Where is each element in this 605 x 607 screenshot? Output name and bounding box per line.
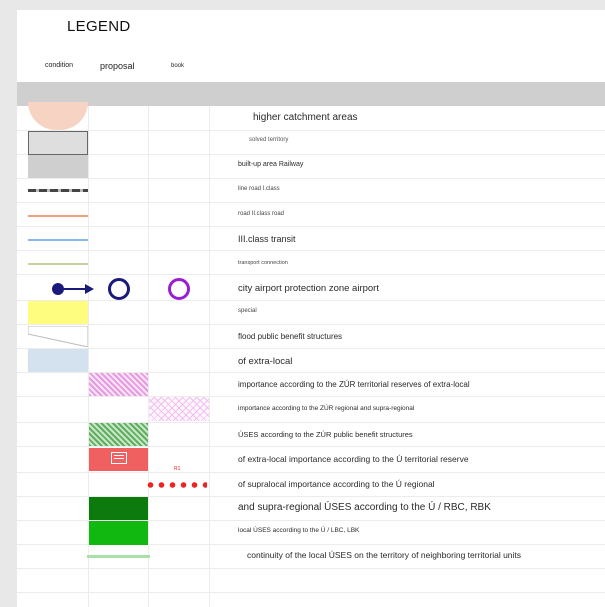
label-territorial-reserve: of extra-local importance according to t… bbox=[238, 454, 469, 464]
label-lbc-lbk: local ÚSES according to the Ú / LBC, LBK bbox=[238, 527, 360, 534]
flood-wedge-icon bbox=[27, 325, 89, 348]
label-zur-regional: importance according to the ZÚR regional… bbox=[238, 405, 415, 412]
label-special: special bbox=[238, 308, 257, 314]
road-third-class-symbol bbox=[28, 239, 88, 241]
column-header-condition: condition bbox=[45, 62, 74, 69]
row-divider bbox=[17, 396, 605, 397]
row-divider bbox=[17, 226, 605, 227]
label-continuity-local-uses: continuity of the local ÚSES on the terr… bbox=[247, 550, 522, 560]
uses-regional-dark-green-symbol bbox=[89, 497, 148, 520]
catchment-area-symbol bbox=[28, 102, 88, 130]
header-band bbox=[17, 82, 605, 106]
special-area-symbol bbox=[28, 301, 88, 324]
row-divider bbox=[17, 446, 605, 447]
label-line-road: line road I.class bbox=[238, 186, 280, 192]
column-divider bbox=[148, 106, 149, 607]
label-built-up-area-railway: built-up area Railway bbox=[238, 161, 304, 168]
row-divider bbox=[17, 568, 605, 569]
row-divider bbox=[17, 250, 605, 251]
row-divider bbox=[17, 592, 605, 593]
flood-structure-symbol bbox=[27, 325, 89, 348]
row-divider bbox=[17, 348, 605, 349]
label-solved-territory: solved territory bbox=[249, 137, 289, 143]
label-airport-protection-zone: city airport protection zone airport bbox=[238, 283, 379, 294]
arrow-right-icon bbox=[85, 284, 94, 294]
label-uses-zur-public-benefit: ÚSES according to the ZÚR public benefit… bbox=[238, 430, 413, 439]
label-transport-connection: transport connection bbox=[238, 260, 288, 266]
row-divider bbox=[17, 472, 605, 473]
transport-connection-symbol bbox=[28, 263, 88, 265]
row-divider bbox=[17, 274, 605, 275]
legend-sheet: LEGEND condition proposal book R1 higher… bbox=[17, 10, 605, 607]
column-header-proposal: proposal bbox=[100, 61, 135, 71]
label-extra-local: of extra-local bbox=[238, 356, 293, 367]
uses-continuity-line-symbol bbox=[87, 555, 150, 558]
solved-territory-symbol bbox=[28, 131, 88, 155]
row-divider bbox=[17, 300, 605, 301]
zur-reserve-hatch-symbol bbox=[89, 373, 148, 396]
label-road-second-class: road II.class road bbox=[238, 211, 285, 217]
road-first-class-symbol bbox=[28, 189, 88, 192]
label-zur-territorial-reserves: importance according to the ZÚR territor… bbox=[238, 380, 470, 389]
row-divider bbox=[17, 178, 605, 179]
row-divider bbox=[17, 202, 605, 203]
airport-arrow-line bbox=[63, 288, 85, 290]
red-dotted-line-symbol bbox=[145, 482, 207, 488]
row-divider bbox=[17, 130, 605, 131]
row-divider bbox=[17, 154, 605, 155]
label-third-class-transit: III.class transit bbox=[238, 234, 296, 244]
uses-local-green-symbol bbox=[89, 521, 148, 545]
column-header-book: book bbox=[171, 63, 185, 69]
column-divider bbox=[209, 106, 210, 607]
label-flood-public-benefit: flood public benefit structures bbox=[238, 332, 343, 341]
label-rbc-rbk: and supra-regional ÚSES according to the… bbox=[238, 502, 491, 513]
extra-local-symbol bbox=[28, 349, 88, 372]
legend-title: LEGEND bbox=[67, 18, 131, 35]
road-second-class-symbol bbox=[28, 215, 88, 217]
uses-zur-green-hatch-symbol bbox=[89, 423, 148, 446]
marker-r1-label: R1 bbox=[174, 466, 181, 472]
label-higher-catchment-areas: higher catchment areas bbox=[253, 112, 358, 123]
built-up-area-symbol bbox=[28, 155, 88, 178]
document-icon bbox=[111, 452, 127, 464]
airport-circle-icon bbox=[168, 278, 190, 300]
zur-regional-crosshatch-symbol bbox=[149, 397, 209, 421]
label-supralocal-regional: of supralocal importance according to th… bbox=[238, 479, 435, 489]
airport-protection-circle-icon bbox=[108, 278, 130, 300]
row-divider bbox=[17, 324, 605, 325]
